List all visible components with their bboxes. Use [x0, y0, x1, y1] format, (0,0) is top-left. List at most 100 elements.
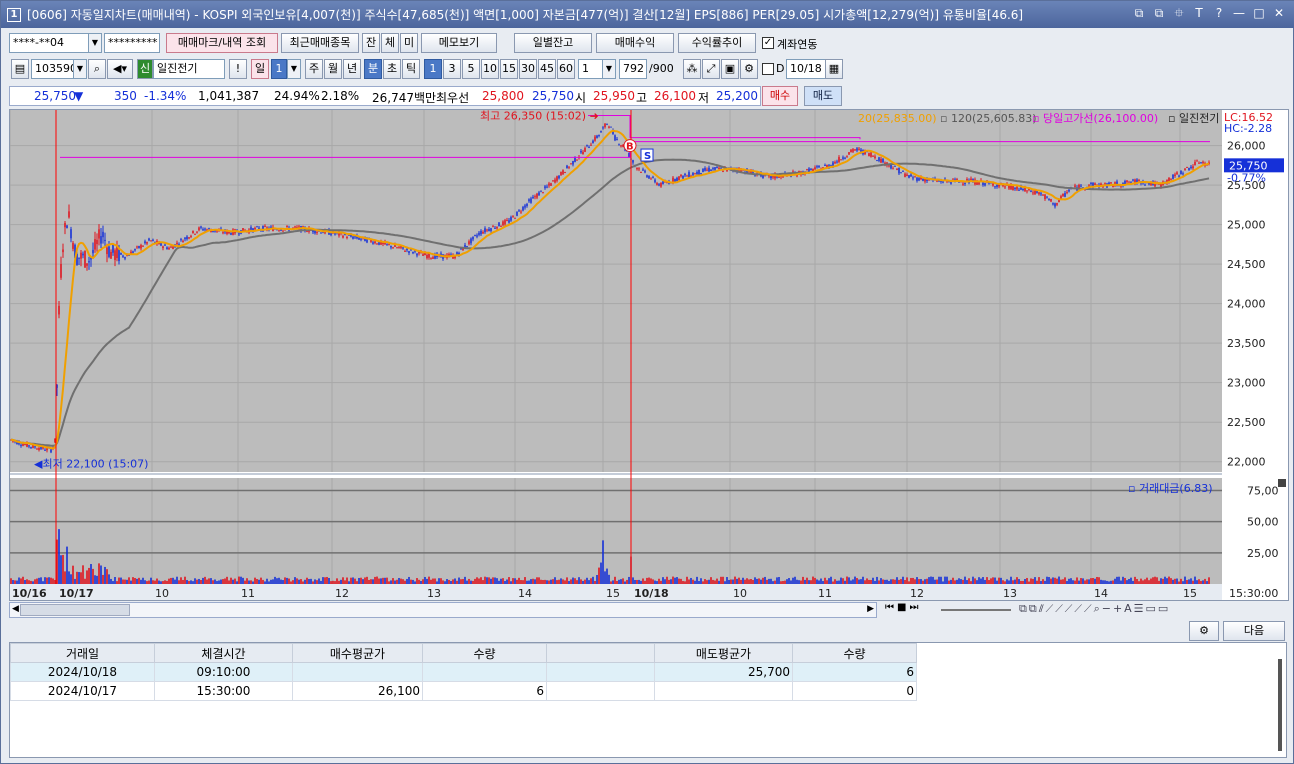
- next-button[interactable]: 다음: [1223, 621, 1285, 641]
- stock-name-legend[interactable]: ▫ 일진전기: [1168, 111, 1219, 125]
- minute-custom-field[interactable]: 1: [578, 59, 604, 79]
- zoom-slider[interactable]: [941, 609, 1011, 611]
- password-field[interactable]: *********: [104, 33, 160, 53]
- indicator-icon[interactable]: ⁂: [683, 59, 701, 79]
- column-header[interactable]: 수량: [422, 643, 547, 663]
- minute-option-1[interactable]: 1: [424, 59, 442, 79]
- volume-bar: [474, 578, 476, 584]
- daily-balance-button[interactable]: 일별잔고: [514, 33, 592, 53]
- restore-group-icon[interactable]: ⧉: [1151, 5, 1167, 21]
- candle-body: [518, 210, 520, 212]
- chart-svg[interactable]: 26,00025,50025,00024,50024,00023,50023,0…: [10, 110, 1288, 600]
- execution-button[interactable]: 체: [381, 33, 399, 53]
- gear-icon[interactable]: ⚙: [740, 59, 758, 79]
- price-pane[interactable]: [10, 110, 1222, 472]
- volume-bar: [464, 576, 466, 584]
- chart-area[interactable]: 26,000 25,500 25,000 24,500 24,000 23,500 23,0…: [9, 109, 1289, 601]
- horizontal-scrollbar[interactable]: ◀ ▶: [9, 602, 877, 618]
- column-header[interactable]: 수량: [792, 643, 917, 663]
- memo-button[interactable]: 메모보기: [421, 33, 497, 53]
- drawing-tools-icon[interactable]: ⧉⧉⫽⟋⟋⟋⟋⟋⌕−+A☰▭▭: [1019, 602, 1170, 616]
- candle-body: [536, 193, 538, 198]
- sell-button[interactable]: 매도: [804, 86, 842, 106]
- balance-button[interactable]: 잔: [362, 33, 380, 53]
- d-checkbox[interactable]: [762, 63, 774, 75]
- account-field[interactable]: ****-**04: [9, 33, 89, 53]
- candle-body: [346, 236, 348, 238]
- period-day-button[interactable]: 일: [251, 59, 269, 79]
- column-header[interactable]: 매수평균가: [292, 643, 423, 663]
- pin-icon[interactable]: ⯐: [1171, 5, 1187, 21]
- maximize-icon[interactable]: □: [1251, 5, 1267, 21]
- stock-name-field[interactable]: 일진전기: [153, 59, 225, 79]
- period-dropdown-icon[interactable]: ▼: [287, 59, 301, 79]
- candle-body: [360, 238, 362, 240]
- font-icon[interactable]: T: [1191, 5, 1207, 21]
- window-number-icon[interactable]: 1: [7, 7, 21, 22]
- period-tick-button[interactable]: 틱: [402, 59, 420, 79]
- calendar-icon[interactable]: ▦: [825, 59, 843, 79]
- playback-controls[interactable]: ⏮■⏭: [885, 602, 921, 613]
- alert-icon[interactable]: !: [229, 59, 247, 79]
- minute-option-10[interactable]: 10: [481, 59, 499, 79]
- volume-bar: [318, 578, 320, 584]
- volume-bar: [308, 579, 310, 584]
- stock-code-field[interactable]: 103590: [31, 59, 75, 79]
- volume-bar: [252, 581, 254, 584]
- candle-body: [754, 175, 756, 177]
- table-row[interactable]: 2024/10/17 15:30:00 26,100 6 0: [10, 681, 917, 701]
- minute-option-45[interactable]: 45: [538, 59, 556, 79]
- stock-code-dropdown-icon[interactable]: ▼: [73, 59, 87, 79]
- candle-body: [706, 169, 708, 171]
- volume-legend[interactable]: ▫ 거래대금(6.83): [1128, 482, 1213, 495]
- volume-pane[interactable]: [10, 478, 1222, 584]
- account-dropdown-icon[interactable]: ▼: [88, 33, 102, 53]
- unfilled-button[interactable]: 미: [400, 33, 418, 53]
- count-field[interactable]: 792: [619, 59, 647, 79]
- scroll-thumb[interactable]: [20, 604, 130, 616]
- help-icon[interactable]: ?: [1211, 5, 1227, 21]
- column-header[interactable]: [546, 643, 655, 663]
- scroll-right-icon[interactable]: ▶: [867, 604, 874, 614]
- scroll-left-icon[interactable]: ◀: [12, 604, 19, 614]
- buy-button[interactable]: 매수: [762, 86, 798, 106]
- ma120-legend[interactable]: ▫ 120(25,605.83): [940, 112, 1037, 125]
- period-day-count[interactable]: 1: [271, 59, 287, 79]
- trade-mark-button[interactable]: 매매마크/내역 조회: [166, 33, 278, 53]
- drawing-icon[interactable]: ⤢: [702, 59, 720, 79]
- window-icon[interactable]: ⧉: [1131, 5, 1147, 21]
- date-field[interactable]: 10/18: [786, 59, 826, 79]
- period-month-button[interactable]: 월: [324, 59, 342, 79]
- trade-profit-button[interactable]: 매매수익: [596, 33, 674, 53]
- column-header[interactable]: 거래일: [10, 643, 155, 663]
- period-second-button[interactable]: 초: [383, 59, 401, 79]
- volume-bar: [420, 580, 422, 584]
- minimize-icon[interactable]: —: [1231, 5, 1247, 21]
- minute-dropdown-icon[interactable]: ▼: [602, 59, 616, 79]
- sound-icon[interactable]: ◀▾: [107, 59, 133, 79]
- save-icon[interactable]: ▣: [721, 59, 739, 79]
- return-trend-button[interactable]: 수익률추이: [678, 33, 756, 53]
- minute-option-30[interactable]: 30: [519, 59, 537, 79]
- volume-bar: [88, 567, 90, 584]
- minute-option-3[interactable]: 3: [443, 59, 461, 79]
- high-line-legend[interactable]: ▫ 당일고가선(26,100.00): [1032, 111, 1158, 125]
- minute-option-15[interactable]: 15: [500, 59, 518, 79]
- ma20-legend[interactable]: 20(25,835.00): [858, 112, 937, 125]
- column-header[interactable]: 체결시간: [154, 643, 293, 663]
- search-icon[interactable]: ⌕: [88, 59, 106, 79]
- column-header[interactable]: 매도평균가: [654, 643, 793, 663]
- minute-option-60[interactable]: 60: [557, 59, 575, 79]
- period-minute-button[interactable]: 분: [364, 59, 382, 79]
- minute-option-5[interactable]: 5: [462, 59, 480, 79]
- recent-trades-button[interactable]: 최근매매종목: [281, 33, 359, 53]
- period-year-button[interactable]: 년: [343, 59, 361, 79]
- account-link-checkbox[interactable]: ✓: [762, 37, 774, 49]
- volume-pane-close-icon[interactable]: [1278, 479, 1286, 487]
- table-row[interactable]: 2024/10/18 09:10:00 25,700 6: [10, 662, 917, 682]
- period-week-button[interactable]: 주: [305, 59, 323, 79]
- gear-icon[interactable]: ⚙: [1189, 621, 1219, 641]
- chart-menu-icon[interactable]: ▤: [11, 59, 29, 79]
- vertical-scrollbar[interactable]: [1278, 659, 1282, 751]
- close-icon[interactable]: ✕: [1271, 5, 1287, 21]
